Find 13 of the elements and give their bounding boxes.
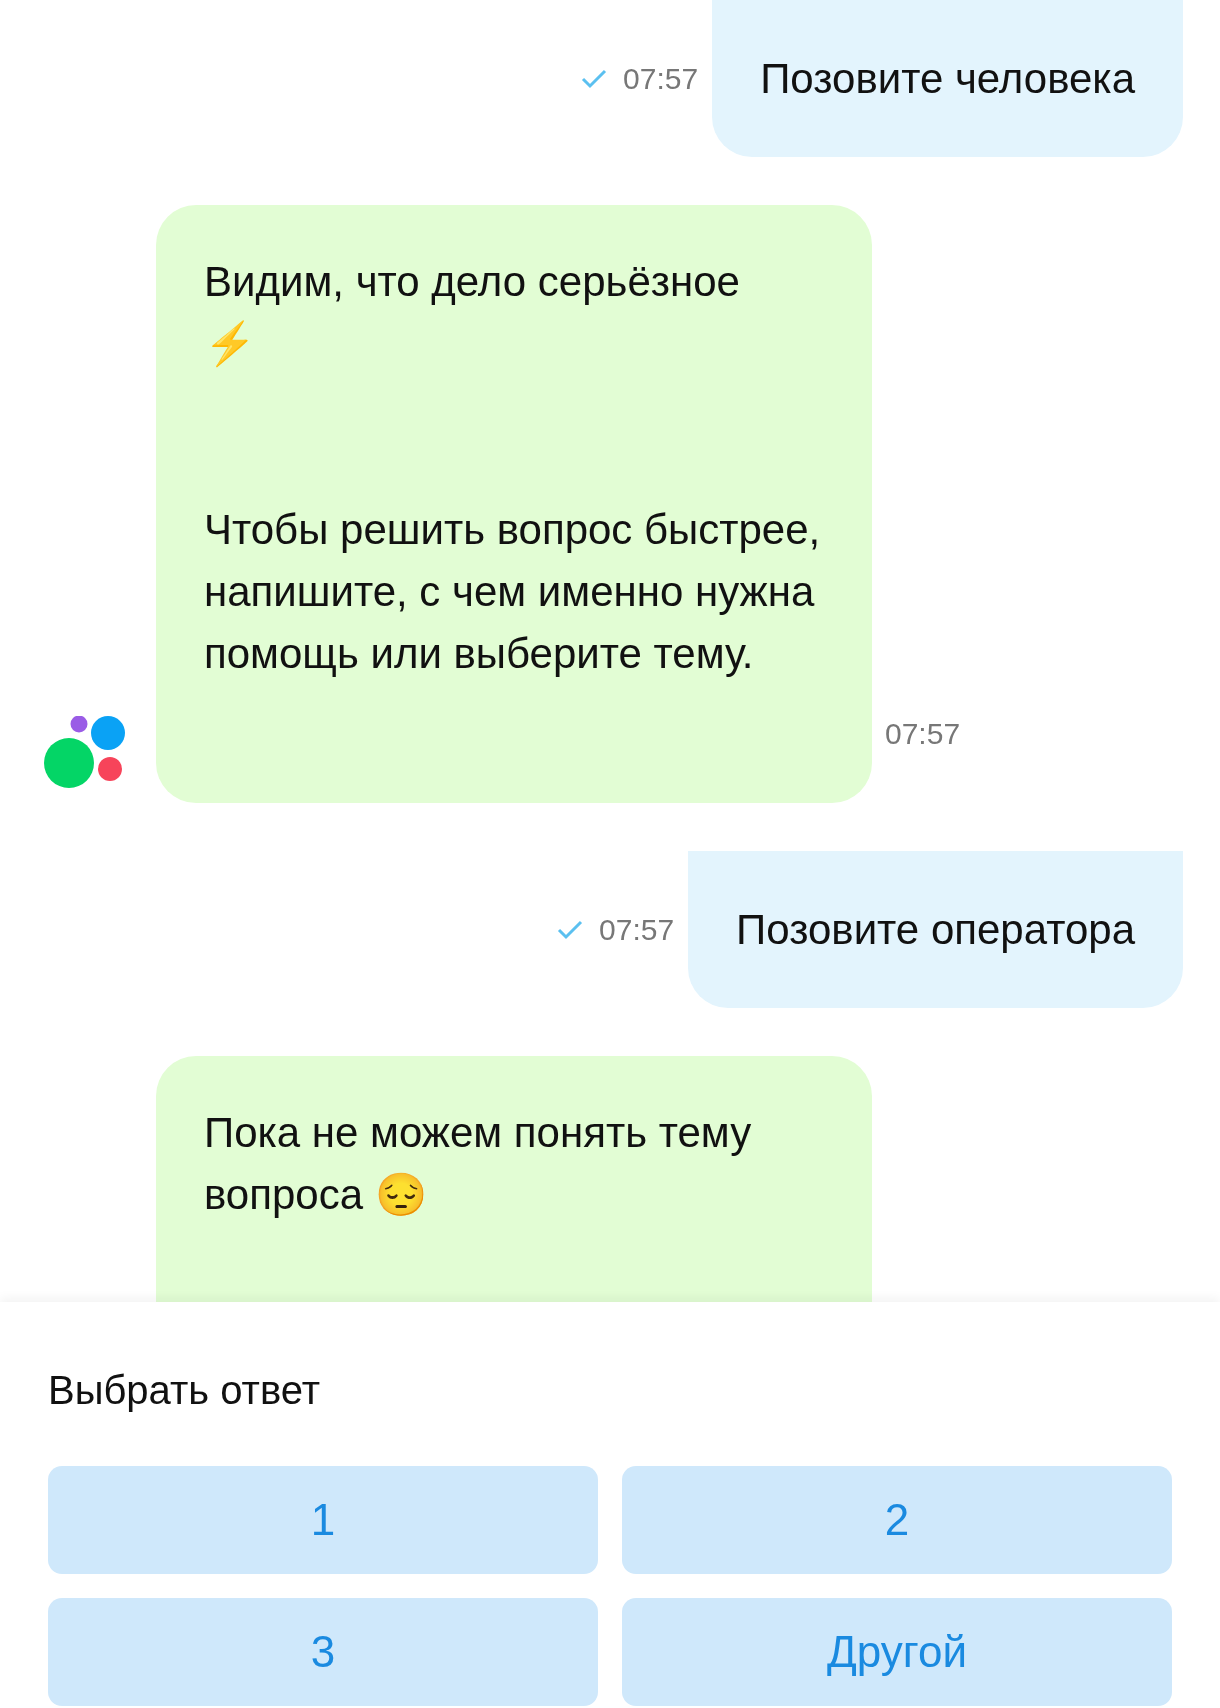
message-time: 07:57 bbox=[623, 61, 699, 96]
answer-button[interactable]: 1 bbox=[48, 1466, 598, 1574]
message-bubble: Позовите человека bbox=[712, 0, 1183, 157]
message-time: 07:57 bbox=[885, 717, 961, 751]
answer-button[interactable]: 2 bbox=[622, 1466, 1172, 1574]
message-bubble: Пока не можем понять тему вопроса 😔 bbox=[156, 1056, 872, 1302]
answer-button[interactable]: 3 bbox=[48, 1598, 598, 1706]
message-bubble: Позовите оператора bbox=[688, 851, 1183, 1008]
message-time: 07:57 bbox=[599, 912, 675, 947]
message-bubble: Видим, что дело серьёзное ⚡ Чтобы решить вопрос быстрее, напишите, с чем именно нужна помощь или выберите тему. bbox=[156, 205, 872, 803]
answer-button[interactable]: Другой bbox=[622, 1598, 1172, 1706]
logo-icon bbox=[42, 716, 126, 788]
panel-title: Выбрать ответ bbox=[48, 1367, 321, 1414]
